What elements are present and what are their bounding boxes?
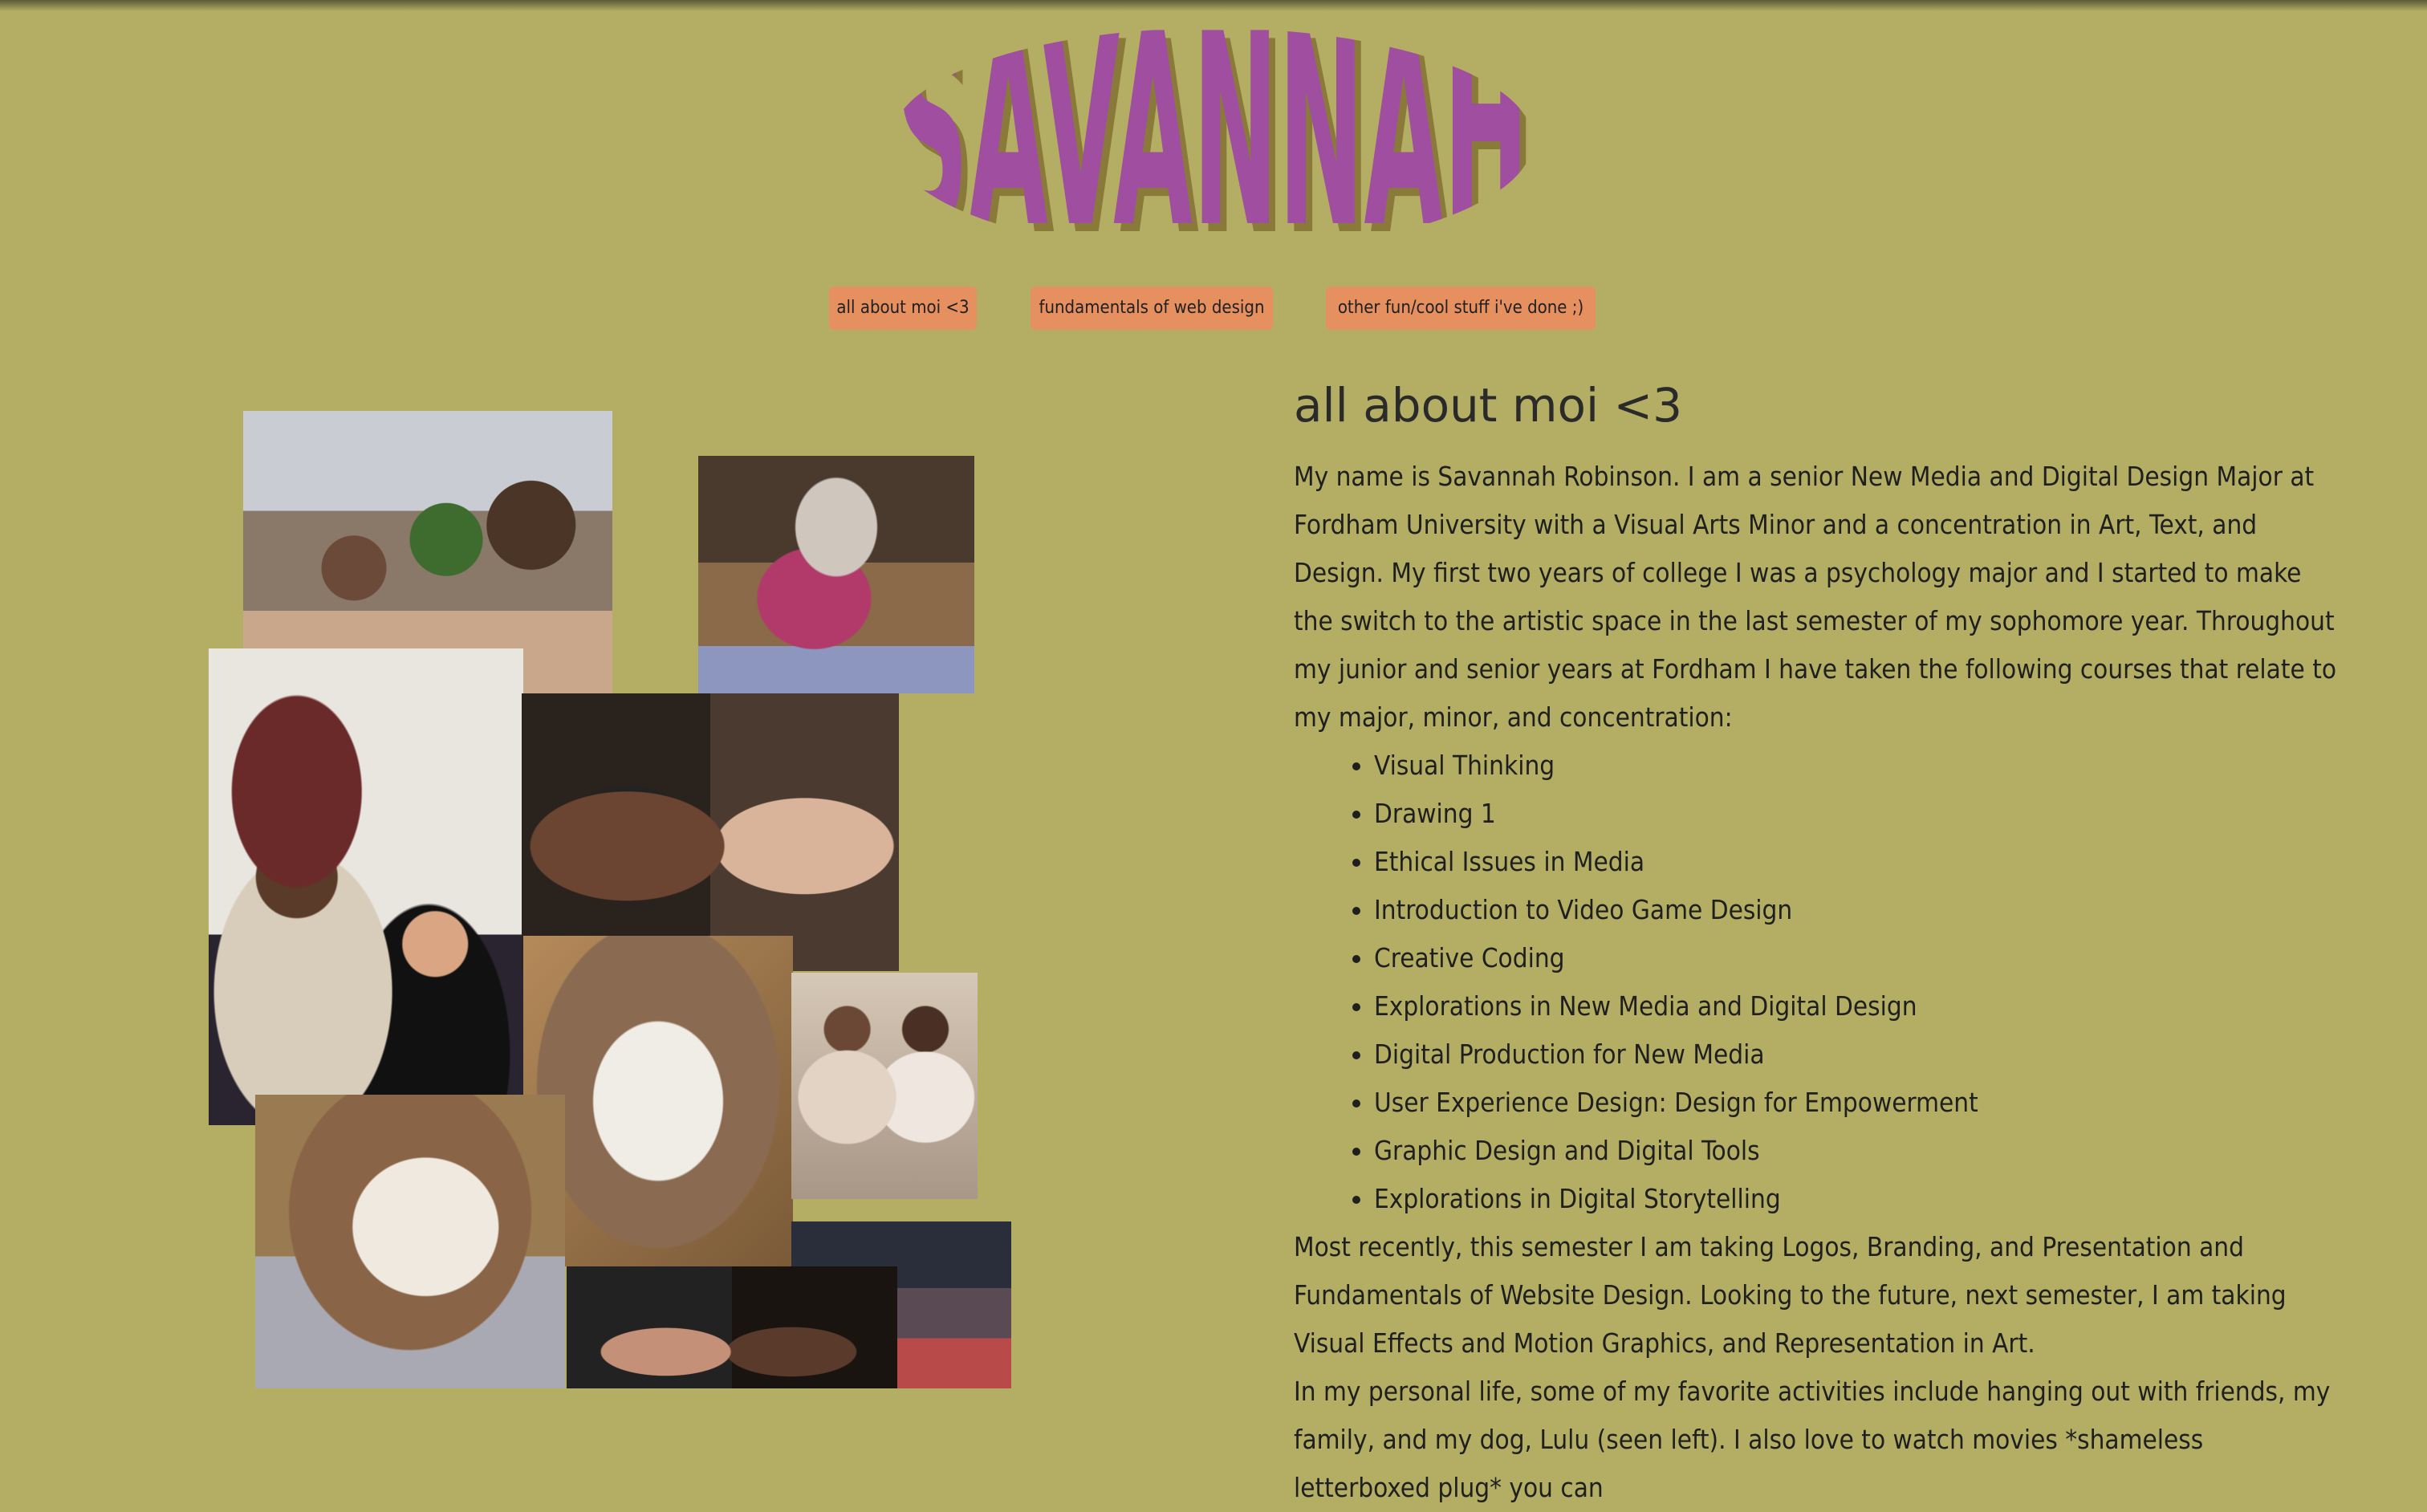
recent-paragraph: Most recently, this semester I am taking… [1294, 1231, 2287, 1359]
list-item: User Experience Design: Design for Empow… [1374, 1079, 2337, 1127]
personal-paragraph: In my personal life, some of my favorite… [1294, 1376, 2331, 1503]
about-section: all about moi <3 My name is Savannah Rob… [1294, 369, 2337, 1512]
courses-list: Visual Thinking Drawing 1 Ethical Issues… [1294, 742, 2337, 1223]
photo-friends-sunglasses [522, 693, 899, 971]
photo-family-christmas [209, 648, 523, 1125]
list-item: Explorations in New Media and Digital De… [1374, 982, 2337, 1030]
intro-paragraph: My name is Savannah Robinson. I am a sen… [1294, 461, 2337, 733]
nav-other-fun-stuff[interactable]: other fun/cool stuff i've done ;) [1326, 287, 1596, 330]
list-item: Graphic Design and Digital Tools [1374, 1127, 2337, 1175]
list-item: Drawing 1 [1374, 790, 2337, 838]
list-item: Introduction to Video Game Design [1374, 886, 2337, 934]
photo-friends-selfie [567, 1266, 897, 1388]
page-heading: all about moi <3 [1294, 378, 1683, 433]
photo-collage [0, 0, 1124, 1388]
list-item: Explorations in Digital Storytelling [1374, 1175, 2337, 1223]
list-item: Creative Coding [1374, 934, 2337, 982]
photo-dog-sleeping [255, 1095, 565, 1388]
photo-two-friends [791, 973, 978, 1199]
list-item: Ethical Issues in Media [1374, 838, 2337, 886]
list-item: Visual Thinking [1374, 742, 2337, 790]
list-item: Digital Production for New Media [1374, 1030, 2337, 1079]
photo-dog-sweater [698, 456, 974, 693]
